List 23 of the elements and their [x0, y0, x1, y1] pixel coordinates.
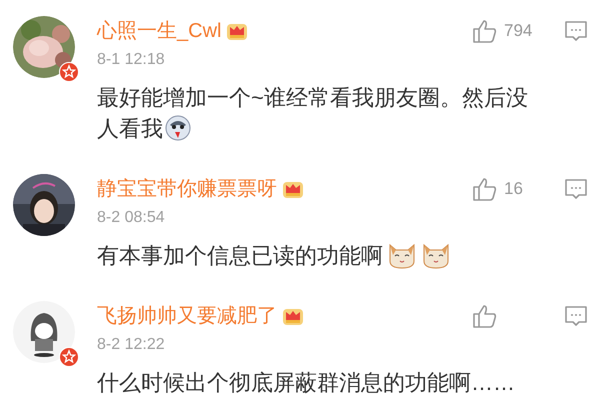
comment-icon[interactable]	[564, 177, 588, 201]
thumbs-up-icon[interactable]	[472, 18, 498, 44]
timestamp: 8-2 08:54	[97, 208, 166, 228]
username[interactable]: 静宝宝带你赚票票呀	[97, 174, 277, 204]
timestamp: 8-1 12:18	[97, 50, 166, 70]
cat-emoji-icon	[387, 241, 417, 269]
crown-icon	[226, 21, 248, 41]
comment-icon[interactable]	[564, 304, 588, 328]
thumbs-up-icon[interactable]	[472, 303, 498, 329]
username[interactable]: 心照一生_Cwl	[97, 16, 222, 46]
comment-text: 什么时候出个彻底屏蔽群消息的功能啊……	[97, 370, 515, 395]
like-count: 16	[504, 178, 524, 200]
comment-text: 有本事加个信息已读的功能啊	[97, 243, 451, 268]
comment-icon[interactable]	[564, 19, 588, 43]
thumbs-up-icon[interactable]	[472, 176, 498, 202]
comment-text: 最好能增加一个~谁经常看我朋友圈。然后没人看我	[97, 85, 528, 141]
timestamp: 8-2 12:22	[97, 335, 166, 355]
crown-icon	[282, 306, 304, 326]
username[interactable]: 飞扬帅帅又要减肥了	[97, 301, 277, 331]
like-count: 794	[504, 20, 534, 42]
husky-emoji-icon	[165, 115, 191, 141]
cat-emoji-icon	[421, 241, 451, 269]
crown-icon	[282, 179, 304, 199]
